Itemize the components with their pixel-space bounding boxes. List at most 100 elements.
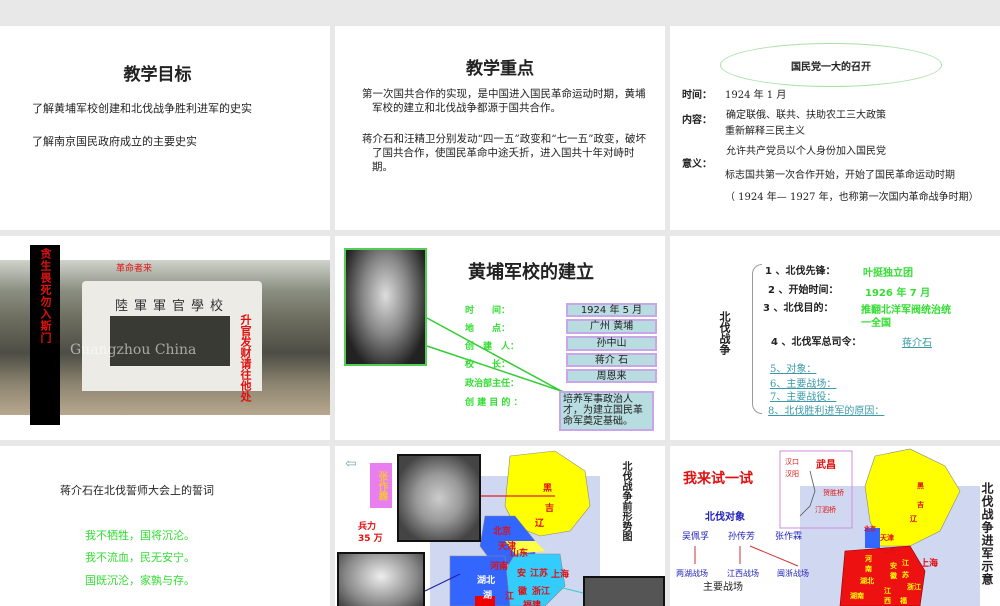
province-label: 上海: [551, 570, 570, 580]
answer: 推翻北洋军阀统治统一全国: [861, 305, 951, 329]
content-label: 内容：: [682, 115, 712, 126]
province-label: 北京: [864, 526, 877, 533]
oath-line: 国既沉沦，家孰与存。: [85, 574, 195, 587]
inset-label: 贺胜桥: [823, 489, 844, 497]
objective-line: 了解南京国民政府成立的主要史实: [32, 135, 197, 148]
targets-title: 北伐对象: [705, 512, 745, 523]
key-point: 第一次国共合作的实现，是中国进入国民革命运动时期，黄埔军校的建立和北伐战争都源于…: [362, 88, 646, 114]
province-label: 福: [900, 597, 907, 605]
field-label: 创 建 人：: [465, 342, 520, 352]
inset-label: 汀泗桥: [815, 506, 836, 514]
inset-label: 武昌: [816, 460, 836, 471]
slide-thumbnail-5[interactable]: 黄埔军校的建立 时 间： 地 点： 创 建 人： 校 长： 政治部主任： 创 建…: [335, 236, 665, 440]
slide-title: 蒋介石在北伐誓师大会上的誓词: [60, 484, 214, 497]
oath-line: 我不牺牲，国将沉沦。: [85, 529, 195, 542]
province-label: 辽: [910, 515, 917, 523]
province-label: 江: [902, 559, 909, 567]
outline-link[interactable]: 7、主要战役：: [770, 390, 836, 405]
slide-thumbnail-9[interactable]: 我来试一试 汉口 汉阳 武昌 贺胜桥 汀泗桥 北伐对象 吴佩孚 孙传芳 张作霖 …: [670, 446, 1000, 606]
brace: [752, 264, 762, 414]
objective-line: 了解黄埔军校创建和北伐战争胜利进军的史实: [32, 102, 252, 115]
answer-link[interactable]: 蒋介石: [902, 336, 932, 351]
outline-link[interactable]: 5、对象：: [770, 362, 816, 377]
warlord-photo: [397, 454, 481, 542]
outline-item: 1 、北伐先锋：: [765, 266, 836, 277]
province-label: 山东: [883, 548, 896, 555]
inset-label: 汉阳: [785, 470, 799, 478]
warlord-photo: [583, 576, 665, 606]
outline-link[interactable]: 8、北伐胜利进军的原因：: [768, 404, 884, 419]
map-title: 北伐战争进军示意: [980, 482, 994, 586]
warlord-photo: [337, 552, 425, 606]
gate-inscription: 陸軍軍官學校: [114, 299, 229, 314]
slide-thumbnail-7[interactable]: 蒋介石在北伐誓师大会上的誓词 我不牺牲，国将沉沦。 我不流血，民无安宁。 国既沉…: [0, 446, 330, 606]
province-label: 湖北: [477, 576, 496, 586]
time-label: 时间：: [682, 90, 712, 101]
battlefield: 闽浙战场: [777, 569, 809, 578]
map-title: 北伐战争前形势图: [620, 461, 631, 541]
side-title: 北伐战争: [718, 311, 731, 355]
province-label: 江: [505, 592, 515, 602]
province-label: 黑: [917, 482, 924, 490]
slide-thumbnail-3[interactable]: 国民党一大的召开 时间： 1924 年 1 月 内容： 确定联俄、联共、扶助农工…: [670, 26, 1000, 230]
province-label: 辽: [535, 519, 545, 529]
province-label: 北京: [493, 527, 512, 537]
slide-title: 教学目标: [123, 65, 192, 85]
slide-title: 我来试一试: [683, 471, 753, 487]
content-line: 确定联俄、联共、扶助农工三大政策: [726, 110, 886, 121]
right-couplet: 升官发财请往他处: [239, 314, 252, 402]
top-banner: 革命者来: [116, 264, 153, 274]
province-label: 福建: [523, 601, 542, 606]
slide-thumbnail-1[interactable]: 教学目标 了解黄埔军校创建和北伐战争胜利进军的史实 了解南京国民政府成立的主要史…: [0, 26, 330, 230]
province-label: 湖北: [860, 577, 874, 585]
value-box: 周恩来: [566, 369, 657, 383]
value-box: 孙中山: [566, 336, 657, 351]
province-label: 河: [865, 555, 872, 563]
content-line: 重新解释三民主义: [725, 126, 805, 137]
watermark: Guangzhou China: [70, 342, 197, 358]
oath-line: 我不流血，民无安宁。: [85, 551, 195, 564]
province-label: 江: [884, 587, 891, 595]
field-label: 政治部主任：: [465, 379, 520, 389]
slide-title: 国民党一大的召开: [791, 62, 871, 73]
slide-title: 黄埔军校的建立: [468, 262, 594, 283]
province-label: 上海: [920, 559, 939, 569]
province-label: 浙江: [532, 587, 551, 597]
province-label: 徽: [518, 587, 528, 597]
province-label: 浙江: [907, 583, 921, 591]
outline-item: 2 、开始时间：: [768, 285, 839, 296]
gate-opening: [110, 316, 230, 366]
field-label: 地 点：: [465, 324, 511, 334]
target: 吴佩孚: [682, 532, 710, 542]
battlefield: 两湖战场: [676, 569, 708, 578]
slide-thumbnail-2[interactable]: 教学重点 第一次国共合作的实现，是中国进入国民革命运动时期，黄埔军校的建立和北伐…: [335, 26, 665, 230]
province-label: 黑: [543, 484, 553, 494]
slide-thumbnail-8[interactable]: ⇦ 张作霖 兵力 35 万 北伐战争前形势图 黑 吉 辽 北京 天津 山东 河南…: [335, 446, 665, 606]
time-value: 1924 年 1 月: [725, 90, 787, 101]
province-label: 湖: [483, 591, 493, 601]
target: 张作霖: [775, 532, 803, 542]
province-label: 天津: [880, 534, 894, 542]
province-label: 南: [865, 565, 872, 573]
province-label: 徽: [890, 572, 897, 580]
meaning-label: 意义：: [682, 159, 712, 170]
outline-item: 3 、北伐目的：: [763, 303, 834, 314]
province-label: 苏: [902, 571, 909, 579]
field-label: 校 长：: [465, 360, 511, 370]
province-label: 西: [884, 597, 891, 605]
province-label: 江苏: [530, 569, 549, 579]
troop-count: 兵力 35 万: [358, 522, 383, 544]
province-label: 安: [517, 569, 527, 579]
value-box: 广州 黄埔: [566, 319, 657, 334]
province-label: 吉: [917, 501, 924, 509]
slide-thumbnail-6[interactable]: 北伐战争 1 、北伐先锋： 2 、开始时间： 3 、北伐目的： 4 、北伐军总司…: [670, 236, 1000, 440]
value-box: 蒋介 石: [566, 353, 657, 367]
slide-thumbnail-4[interactable]: 陸軍軍官學校 Guangzhou China 革命者来 贪生畏死勿入斯门 升官发…: [0, 236, 330, 440]
province-label: 吉: [545, 504, 555, 514]
outline-item: 4 、北伐军总司令：: [771, 337, 862, 348]
arrow-left-icon[interactable]: ⇦: [345, 456, 357, 472]
province-label: 山东: [510, 549, 529, 559]
target: 孙传芳: [728, 532, 756, 542]
battlefields-title: 主要战场: [703, 582, 743, 593]
province-label: 河南: [490, 562, 509, 572]
